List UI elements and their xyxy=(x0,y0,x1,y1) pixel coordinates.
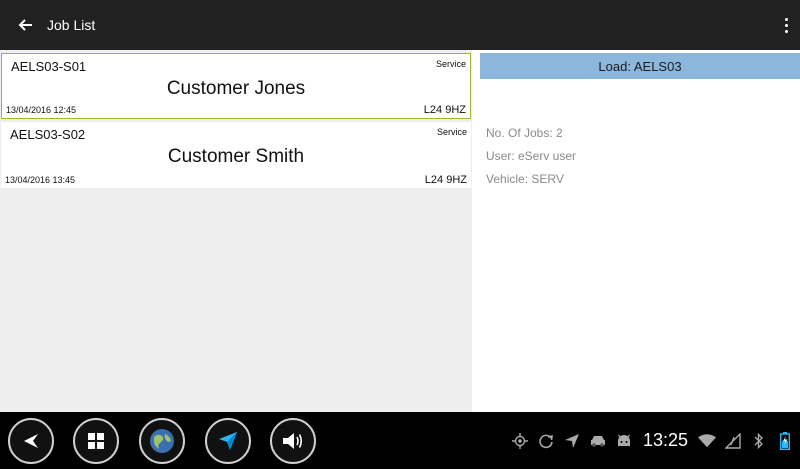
status-area: 13:25 xyxy=(511,412,794,469)
grid-icon xyxy=(88,433,104,449)
overflow-menu-button[interactable] xyxy=(778,12,794,38)
jobs-count: No. Of Jobs: 2 xyxy=(486,126,563,140)
back-button[interactable] xyxy=(0,0,50,50)
car-icon xyxy=(589,432,607,450)
dot-icon xyxy=(784,29,788,33)
wifi-icon xyxy=(698,432,716,450)
clock: 13:25 xyxy=(642,430,688,450)
job-type: Service xyxy=(436,127,467,137)
job-customer-name: Customer Jones xyxy=(166,78,306,99)
job-id: AELS03-S02 xyxy=(10,127,86,142)
job-list-item[interactable]: AELS03-S02 Service Customer Smith 13/04/… xyxy=(1,122,471,188)
signal-icon xyxy=(724,432,742,450)
vehicle-name: Vehicle: SERV xyxy=(486,172,564,186)
location-arrow-icon xyxy=(563,432,581,450)
job-postcode: L24 9HZ xyxy=(424,174,467,186)
system-bar: 13:25 xyxy=(0,412,800,469)
browser-button[interactable] xyxy=(139,418,185,464)
globe-icon xyxy=(150,429,174,453)
load-detail-panel: Load: AELS03 No. Of Jobs: 2 User: eServ … xyxy=(472,50,800,412)
load-header: Load: AELS03 xyxy=(480,53,800,79)
bluetooth-icon xyxy=(750,432,768,450)
job-customer-name: Customer Smith xyxy=(167,146,305,167)
job-postcode: L24 9HZ xyxy=(423,104,466,116)
back-arrow-icon xyxy=(24,434,38,448)
page-title: Job List xyxy=(47,17,96,33)
arrow-left-icon xyxy=(18,19,32,31)
user-name: User: eServ user xyxy=(486,149,577,163)
job-list-item[interactable]: AELS03-S01 Service Customer Jones 13/04/… xyxy=(1,53,471,119)
dot-icon xyxy=(784,23,788,27)
job-date: 13/04/2016 12:45 xyxy=(6,105,77,115)
job-date: 13/04/2016 13:45 xyxy=(5,175,76,185)
job-list: AELS03-S01 Service Customer Jones 13/04/… xyxy=(0,50,472,412)
job-type: Service xyxy=(435,59,466,69)
job-id: AELS03-S01 xyxy=(11,59,87,74)
battery-charging-icon xyxy=(776,431,794,450)
volume-button[interactable] xyxy=(270,418,316,464)
gps-icon xyxy=(511,432,529,450)
sync-icon xyxy=(537,432,555,450)
navigation-arrow-icon xyxy=(219,432,237,450)
content-area: AELS03-S01 Service Customer Jones 13/04/… xyxy=(0,50,800,412)
android-icon xyxy=(615,432,633,450)
apps-button[interactable] xyxy=(73,418,119,464)
navigation-button[interactable] xyxy=(205,418,251,464)
system-back-button[interactable] xyxy=(8,418,54,464)
speaker-icon xyxy=(283,433,303,449)
dot-icon xyxy=(784,17,788,21)
app-bar: Job List xyxy=(0,0,800,50)
